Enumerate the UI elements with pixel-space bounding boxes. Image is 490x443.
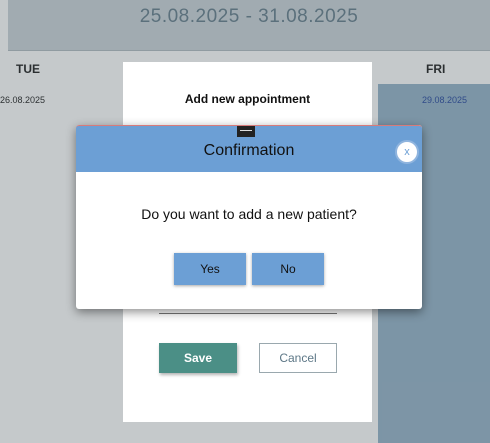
dialog-title: Confirmation	[203, 142, 295, 159]
dialog-message: Do you want to add a new patient?	[141, 206, 357, 222]
drag-handle-icon[interactable]	[237, 126, 255, 137]
close-button[interactable]: x	[395, 140, 419, 164]
dialog-header: Confirmation x	[76, 125, 422, 172]
yes-button[interactable]: Yes	[174, 253, 246, 285]
save-button[interactable]: Save	[159, 343, 237, 373]
no-button[interactable]: No	[252, 253, 324, 285]
cancel-button[interactable]: Cancel	[259, 343, 337, 373]
form-field-underline	[159, 313, 337, 314]
confirmation-dialog: Confirmation x Do you want to add a new …	[76, 125, 422, 309]
appointment-title: Add new appointment	[184, 92, 311, 106]
